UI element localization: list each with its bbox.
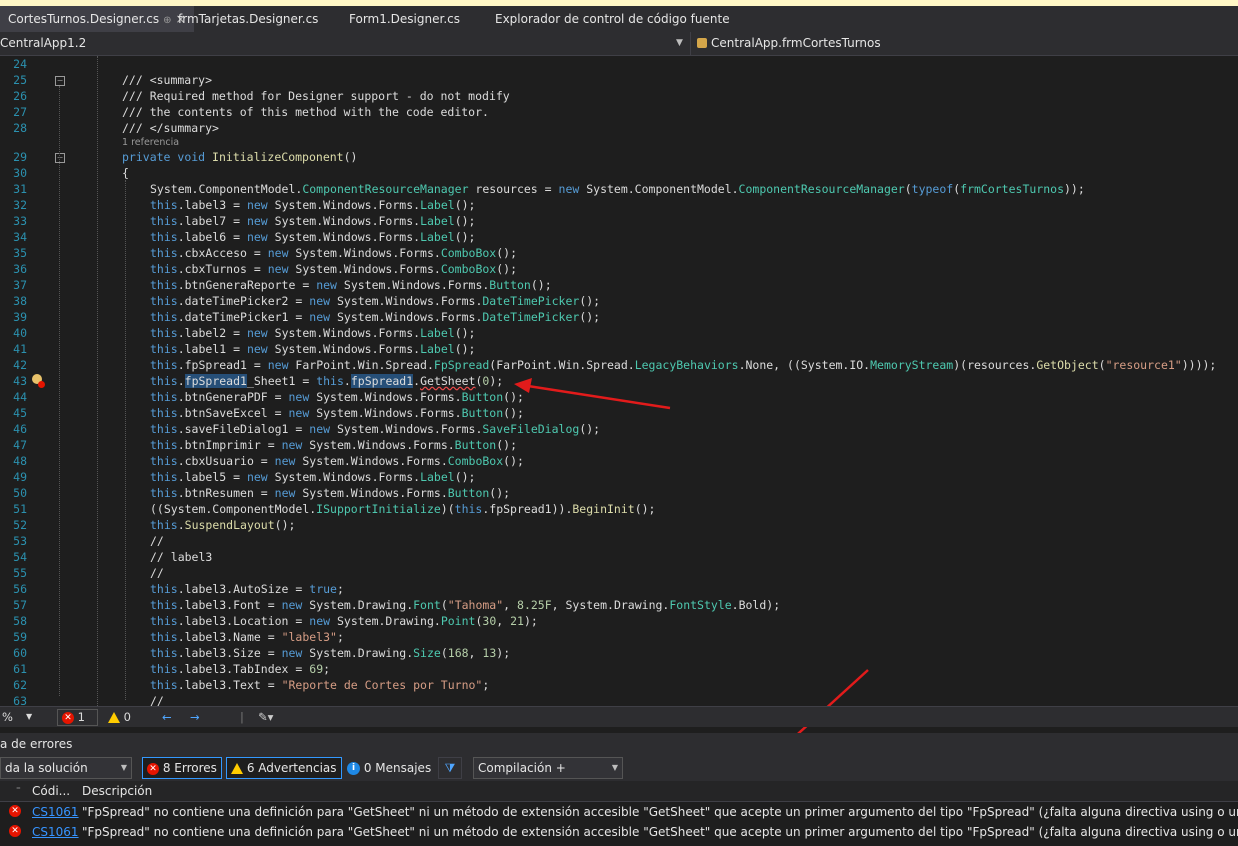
warning-icon: [231, 763, 243, 774]
filter-icon[interactable]: ⧩: [438, 757, 462, 779]
errors-filter-button[interactable]: ✕ 8 Errores: [142, 757, 222, 779]
brush-icon[interactable]: ✎▾: [258, 707, 273, 727]
scope-dropdown[interactable]: da la solución ▼: [0, 757, 132, 779]
error-code-link[interactable]: CS1061: [32, 822, 79, 842]
warning-icon: [108, 712, 120, 723]
red-arrow-to-getsheet: [514, 378, 671, 410]
zoom-level[interactable]: %: [2, 707, 13, 727]
error-icon: ✕: [62, 711, 74, 724]
error-row[interactable]: ✕ CS1061 "FpSpread" no contiene una defi…: [0, 822, 1238, 842]
error-description: "FpSpread" no contiene una definición pa…: [82, 825, 1238, 839]
column-description[interactable]: Descripción: [82, 781, 152, 801]
chevron-down-icon: ▼: [611, 763, 618, 772]
editor-status-bar: % ▼ ✕ 1 0 ← → | ✎▾: [0, 706, 1238, 727]
error-icon: ✕: [9, 805, 21, 817]
error-description: "FpSpread" no contiene una definición pa…: [82, 805, 1238, 819]
chevron-down-icon: ▼: [120, 763, 127, 772]
error-list-header: ⁼ Códi... Descripción: [0, 781, 1238, 802]
warnings-filter-button[interactable]: 6 Advertencias: [226, 757, 342, 779]
error-list-title: a de errores: [0, 733, 1238, 755]
error-code-link[interactable]: CS1061: [32, 802, 79, 822]
warning-count[interactable]: 0: [108, 707, 131, 727]
arrow-right-icon[interactable]: →: [190, 707, 200, 727]
arrow-left-icon[interactable]: ←: [162, 707, 172, 727]
sort-icon[interactable]: ⁼: [16, 781, 21, 801]
info-icon: i: [347, 762, 360, 775]
error-icon: ✕: [9, 825, 21, 837]
chevron-down-icon[interactable]: ▼: [26, 707, 32, 727]
separator: |: [240, 710, 244, 724]
column-code[interactable]: Códi...: [32, 781, 70, 801]
error-row[interactable]: ✕ CS1061 "FpSpread" no contiene una defi…: [0, 802, 1238, 822]
error-count[interactable]: ✕ 1: [57, 709, 98, 726]
build-filter-dropdown[interactable]: Compilación + IntelliSen▼: [473, 757, 623, 795]
error-icon: ✕: [147, 762, 159, 775]
messages-filter-button[interactable]: i 0 Mensajes: [342, 757, 436, 779]
error-list-toolbar: da la solución ▼ ✕ 8 Errores 6 Advertenci…: [0, 755, 1238, 795]
